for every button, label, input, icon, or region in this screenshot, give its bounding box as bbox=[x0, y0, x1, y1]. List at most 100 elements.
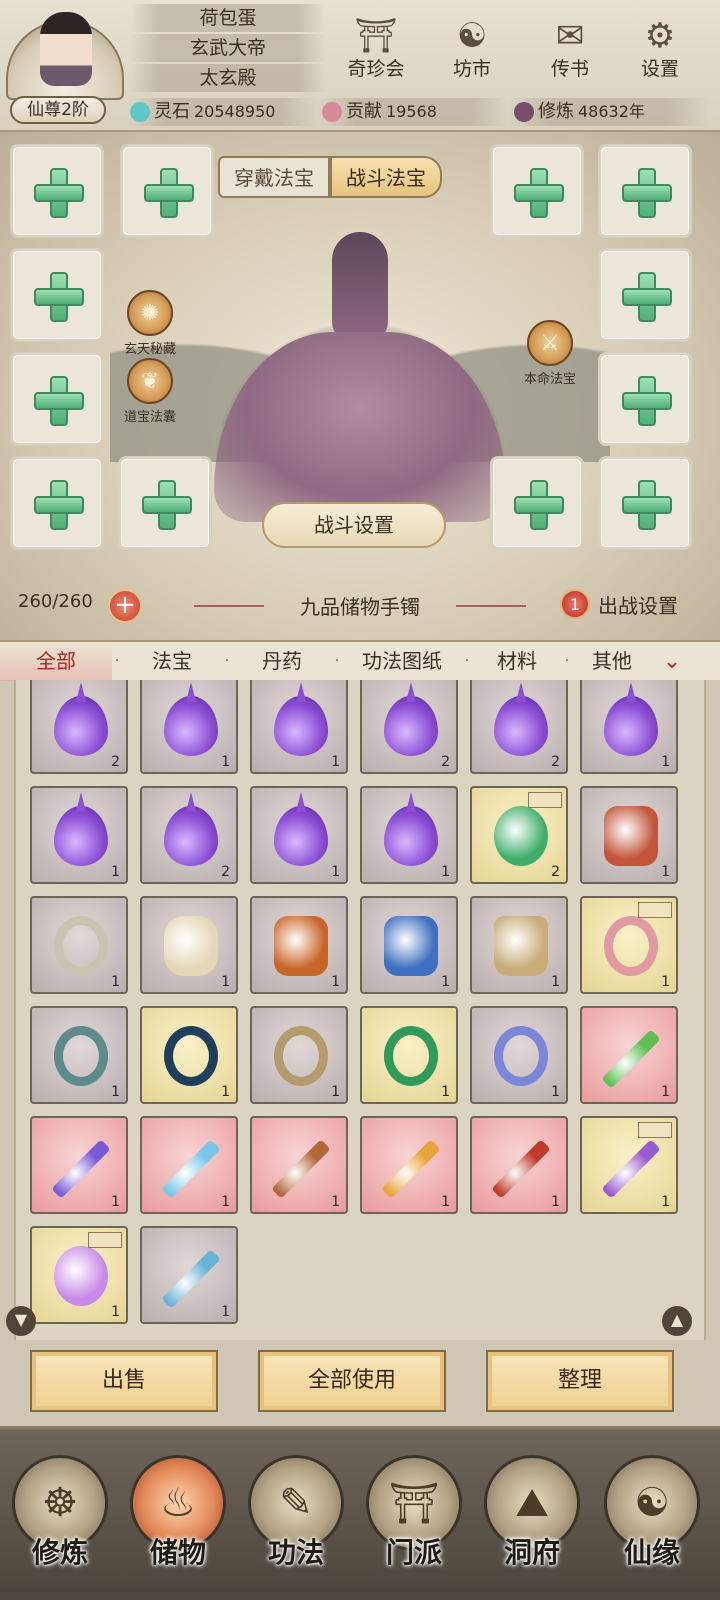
deploy-count-badge: 1 bbox=[560, 589, 590, 619]
inventory-item[interactable]: 1 bbox=[580, 1116, 678, 1214]
inventory-item[interactable]: 1 bbox=[140, 1116, 238, 1214]
inventory-item[interactable]: 2 bbox=[470, 786, 568, 884]
contribution-value: 19568 bbox=[386, 102, 437, 121]
inventory-item[interactable]: 1 bbox=[30, 896, 128, 994]
mystic-vault-button[interactable]: ✺ 玄天秘藏 bbox=[110, 290, 190, 357]
item-quantity: 1 bbox=[661, 864, 670, 880]
inventory-item[interactable]: 1 bbox=[470, 1006, 568, 1104]
inventory-item[interactable]: 2 bbox=[470, 680, 568, 774]
inventory-item[interactable]: 2 bbox=[140, 786, 238, 884]
sell-button[interactable]: 出售 bbox=[30, 1350, 218, 1412]
equip-slot[interactable] bbox=[490, 144, 584, 238]
add-icon bbox=[34, 480, 84, 530]
inventory-item[interactable]: 1 bbox=[360, 896, 458, 994]
nav-cave[interactable]: ⛰ 洞府 bbox=[476, 1449, 588, 1599]
inventory-item[interactable]: 1 bbox=[360, 1116, 458, 1214]
treasure-pavilion-button[interactable]: ⛩ 奇珍会 bbox=[340, 14, 412, 86]
title-list: 荷包蛋 玄武大帝 太玄殿 bbox=[130, 4, 326, 94]
nav-technique[interactable]: ✎ 功法 bbox=[240, 1449, 352, 1599]
tab-battle-treasures[interactable]: 战斗法宝 bbox=[330, 156, 442, 198]
market-label: 坊市 bbox=[452, 58, 491, 80]
tab-pills[interactable]: 丹药 bbox=[232, 641, 332, 681]
nav-storage[interactable]: ♨ 储物 bbox=[122, 1449, 234, 1599]
item-sword-icon bbox=[491, 1139, 551, 1199]
life-treasure-button[interactable]: ⚔ 本命法宝 bbox=[510, 320, 590, 387]
chevron-down-icon[interactable]: ⌄ bbox=[652, 649, 692, 674]
inventory-item[interactable]: 1 bbox=[30, 1006, 128, 1104]
tab-manuals[interactable]: 功法图纸 bbox=[342, 641, 462, 681]
inventory-item[interactable]: 1 bbox=[250, 1006, 348, 1104]
treasure-pavilion-label: 奇珍会 bbox=[347, 58, 405, 80]
top-header: 仙尊2阶 荷包蛋 玄武大帝 太玄殿 ⛩ 奇珍会 ☯ 坊市 ✉ 传书 ⚙ 设置 灵… bbox=[0, 0, 720, 130]
tab-other[interactable]: 其他 bbox=[572, 641, 652, 681]
contribution-icon bbox=[322, 102, 342, 122]
item-sword-icon bbox=[381, 1139, 441, 1199]
inventory-item[interactable]: 2 bbox=[30, 680, 128, 774]
tab-worn-treasures[interactable]: 穿戴法宝 bbox=[218, 156, 330, 198]
nav-fate-label: 仙缘 bbox=[623, 1536, 680, 1569]
inventory-item[interactable]: 1 bbox=[580, 896, 678, 994]
inventory-item[interactable]: 1 bbox=[470, 1116, 568, 1214]
inventory-item[interactable]: 1 bbox=[30, 1116, 128, 1214]
inventory-item[interactable]: 2 bbox=[360, 680, 458, 774]
equip-slot[interactable] bbox=[118, 456, 212, 550]
item-ring-icon bbox=[494, 1026, 548, 1086]
inventory-item[interactable]: 1 bbox=[250, 1116, 348, 1214]
item-ring-icon bbox=[54, 916, 108, 976]
equip-slot[interactable] bbox=[10, 456, 104, 550]
item-armor-icon bbox=[274, 916, 328, 976]
inventory-item[interactable]: 1 bbox=[580, 786, 678, 884]
expand-capacity-button[interactable]: + bbox=[108, 589, 142, 623]
nav-fate[interactable]: ☯ 仙缘 bbox=[596, 1449, 708, 1599]
tab-materials[interactable]: 材料 bbox=[472, 641, 562, 681]
equip-slot[interactable] bbox=[598, 352, 692, 446]
inventory-item[interactable]: 1 bbox=[250, 896, 348, 994]
spirit-stone-label: 灵石 bbox=[154, 101, 190, 122]
inventory-item[interactable]: 1 bbox=[250, 680, 348, 774]
battle-settings-button[interactable]: 战斗设置 bbox=[262, 502, 446, 548]
item-drop-icon bbox=[164, 806, 218, 866]
contribution-label: 贡献 bbox=[346, 101, 382, 122]
inventory-item[interactable]: 1 bbox=[360, 786, 458, 884]
use-all-button[interactable]: 全部使用 bbox=[258, 1350, 446, 1412]
tab-treasure[interactable]: 法宝 bbox=[122, 641, 222, 681]
scroll-up-icon[interactable]: ▲ bbox=[662, 1306, 692, 1336]
equip-slot[interactable] bbox=[598, 456, 692, 550]
scroll-down-icon[interactable]: ▼ bbox=[6, 1306, 36, 1336]
inventory-item[interactable]: 1 bbox=[360, 1006, 458, 1104]
item-quantity: 1 bbox=[111, 1304, 120, 1320]
inventory-item[interactable]: 1 bbox=[140, 680, 238, 774]
nav-sect[interactable]: ⛩ 门派 bbox=[358, 1449, 470, 1599]
item-quantity: 1 bbox=[221, 1304, 230, 1320]
inventory-grid-panel[interactable]: 2 1 1 2 2 1 1 2 1 1 2 1 1 1 1 1 1 1 1 1 1 1 1 1 1 1 1 1 1 1 1 1 bbox=[14, 680, 706, 1340]
inventory-item[interactable]: 1 bbox=[580, 680, 678, 774]
equip-slot[interactable] bbox=[10, 144, 104, 238]
inventory-item[interactable]: 1 bbox=[30, 786, 128, 884]
tab-separator: · bbox=[224, 653, 230, 669]
equip-slot[interactable] bbox=[598, 248, 692, 342]
treasure-pouch-button[interactable]: ❦ 道宝法囊 bbox=[110, 358, 190, 425]
tab-all[interactable]: 全部 bbox=[0, 641, 112, 681]
inventory-item[interactable]: 1 bbox=[30, 1226, 128, 1324]
market-button[interactable]: ☯ 坊市 bbox=[436, 14, 508, 86]
inventory-item[interactable]: 1 bbox=[140, 896, 238, 994]
settings-button[interactable]: ⚙ 设置 bbox=[624, 14, 696, 86]
sort-button[interactable]: 整理 bbox=[486, 1350, 674, 1412]
equip-slot[interactable] bbox=[10, 352, 104, 446]
nav-cultivate[interactable]: ☸ 修炼 bbox=[4, 1449, 116, 1599]
inventory-item[interactable]: 1 bbox=[140, 1226, 238, 1324]
treasure-pouch-label: 道宝法囊 bbox=[123, 410, 176, 425]
equip-slot[interactable] bbox=[120, 144, 214, 238]
inventory-item[interactable]: 1 bbox=[580, 1006, 678, 1104]
equip-slot[interactable] bbox=[10, 248, 104, 342]
letter-button[interactable]: ✉ 传书 bbox=[534, 14, 606, 86]
equip-slot[interactable] bbox=[598, 144, 692, 238]
inventory-item[interactable]: 1 bbox=[250, 786, 348, 884]
inventory-item[interactable]: 1 bbox=[470, 896, 568, 994]
item-quantity: 1 bbox=[551, 1084, 560, 1100]
equip-slot[interactable] bbox=[490, 456, 584, 550]
deploy-settings-button[interactable]: 出战设置 bbox=[598, 590, 678, 619]
inventory-item[interactable]: 1 bbox=[140, 1006, 238, 1104]
player-avatar[interactable] bbox=[6, 6, 124, 100]
item-quantity: 1 bbox=[441, 864, 450, 880]
